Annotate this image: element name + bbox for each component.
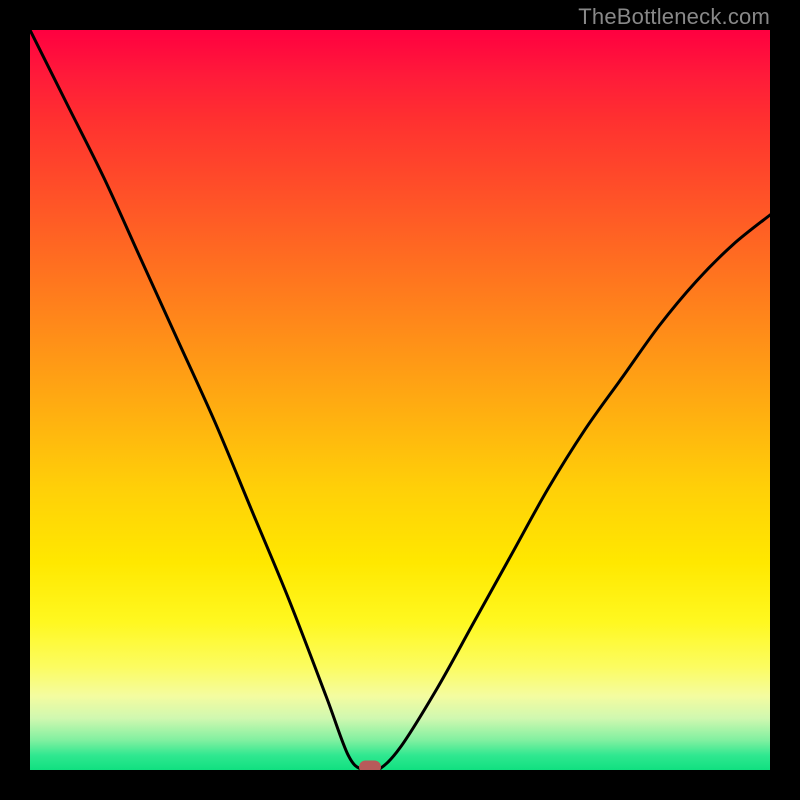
watermark-label: TheBottleneck.com bbox=[578, 4, 770, 30]
bottleneck-curve bbox=[30, 30, 770, 770]
plot-area bbox=[30, 30, 770, 770]
optimal-point-marker bbox=[359, 761, 381, 771]
chart-frame: TheBottleneck.com bbox=[0, 0, 800, 800]
